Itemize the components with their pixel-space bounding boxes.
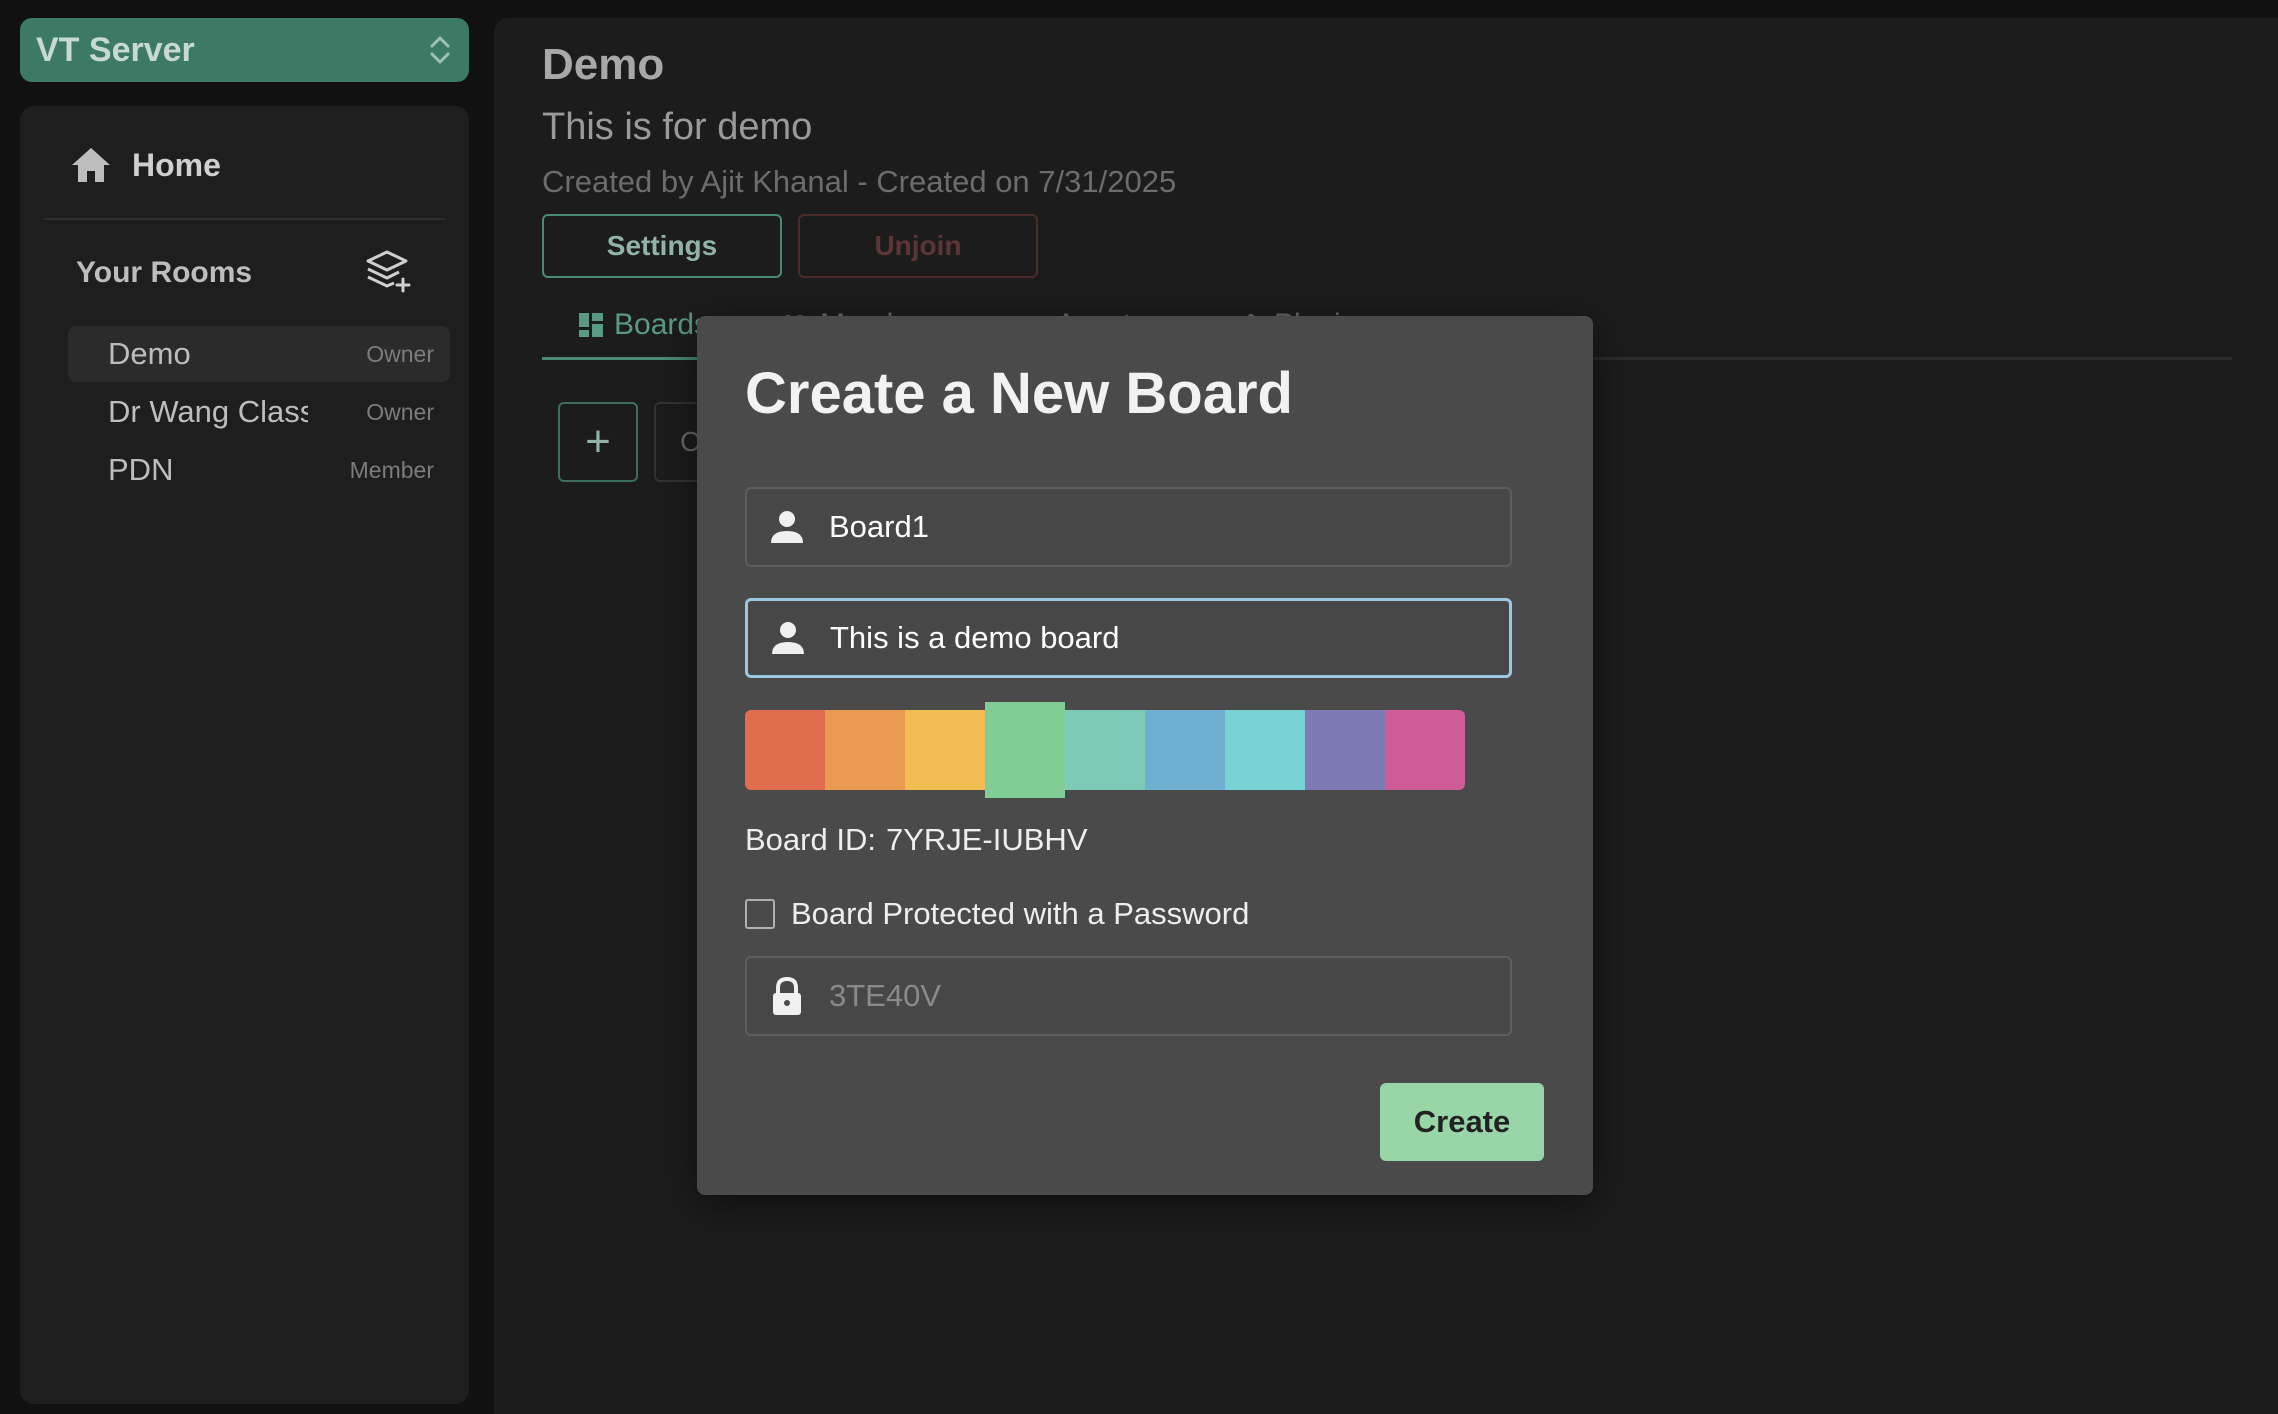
server-selector[interactable]: VT Server xyxy=(20,18,469,82)
room-name: Demo xyxy=(108,336,191,371)
user-icon xyxy=(771,511,803,543)
color-swatch[interactable] xyxy=(1065,710,1145,790)
sidebar-item-dr-wang-class[interactable]: Dr Wang Class Owner xyxy=(68,384,450,440)
lock-icon xyxy=(773,976,801,1015)
home-icon xyxy=(72,148,110,182)
tab-boards[interactable]: Boards xyxy=(578,308,709,342)
password-protect-toggle[interactable]: Board Protected with a Password xyxy=(745,896,1249,932)
room-meta: Created by Ajit Khanal - Created on 7/31… xyxy=(542,164,1177,199)
server-name: VT Server xyxy=(36,30,195,69)
password-checkbox[interactable] xyxy=(745,899,775,929)
room-role: Owner xyxy=(366,340,434,367)
rooms-section-title: Your Rooms xyxy=(76,256,253,289)
room-role: Member xyxy=(349,456,434,483)
user-icon xyxy=(772,622,804,654)
chevron-updown-icon xyxy=(430,36,450,64)
sidebar-item-demo[interactable]: Demo Owner xyxy=(68,326,450,382)
board-name-input[interactable] xyxy=(827,508,1487,546)
grid-icon xyxy=(579,313,603,337)
add-layers-icon[interactable] xyxy=(366,248,412,296)
color-swatch[interactable] xyxy=(1145,710,1225,790)
color-picker xyxy=(745,702,1465,798)
create-button[interactable]: Create xyxy=(1380,1083,1544,1161)
room-name: PDN xyxy=(108,452,174,487)
create-board-modal: Create a New Board Board ID:7YRJE-IUBHV … xyxy=(697,316,1593,1195)
board-description-field[interactable] xyxy=(745,598,1512,678)
sidebar-item-home[interactable]: Home xyxy=(70,146,221,184)
room-description: This is for demo xyxy=(542,106,813,148)
unjoin-button[interactable]: Unjoin xyxy=(798,214,1038,278)
password-checkbox-label: Board Protected with a Password xyxy=(791,896,1250,931)
tab-label: Boards xyxy=(614,308,710,341)
add-board-button[interactable]: + xyxy=(558,402,638,482)
color-swatch[interactable] xyxy=(905,710,985,790)
board-name-field[interactable] xyxy=(745,487,1512,567)
sidebar-item-label: Home xyxy=(132,146,221,183)
sidebar-divider xyxy=(44,218,445,220)
board-id: Board ID: 7YRJE-IUBHV xyxy=(745,822,1088,858)
board-id-label: Board ID: xyxy=(745,822,876,857)
sidebar-item-pdn[interactable]: PDN Member xyxy=(68,442,450,498)
color-swatch[interactable] xyxy=(1305,710,1385,790)
board-id-value: 7YRJE-IUBHV xyxy=(885,822,1088,857)
settings-button[interactable]: Settings xyxy=(542,214,782,278)
color-swatch[interactable] xyxy=(745,710,825,790)
color-swatch[interactable] xyxy=(985,702,1065,798)
room-list: Demo Owner Dr Wang Class Owner PDN Membe… xyxy=(68,326,450,500)
password-input[interactable] xyxy=(827,977,1487,1015)
active-tab-indicator xyxy=(542,357,722,360)
modal-title: Create a New Board xyxy=(745,361,1293,426)
sidebar: Home Your Rooms Demo Owner Dr Wang Class… xyxy=(20,106,469,1404)
password-field[interactable] xyxy=(745,956,1512,1036)
color-swatch[interactable] xyxy=(1225,710,1305,790)
color-swatch[interactable] xyxy=(825,710,905,790)
board-description-input[interactable] xyxy=(828,619,1488,657)
room-role: Owner xyxy=(366,398,434,425)
room-name: Dr Wang Class xyxy=(108,394,308,429)
page-title: Demo xyxy=(542,40,665,89)
color-swatch[interactable] xyxy=(1385,710,1465,790)
